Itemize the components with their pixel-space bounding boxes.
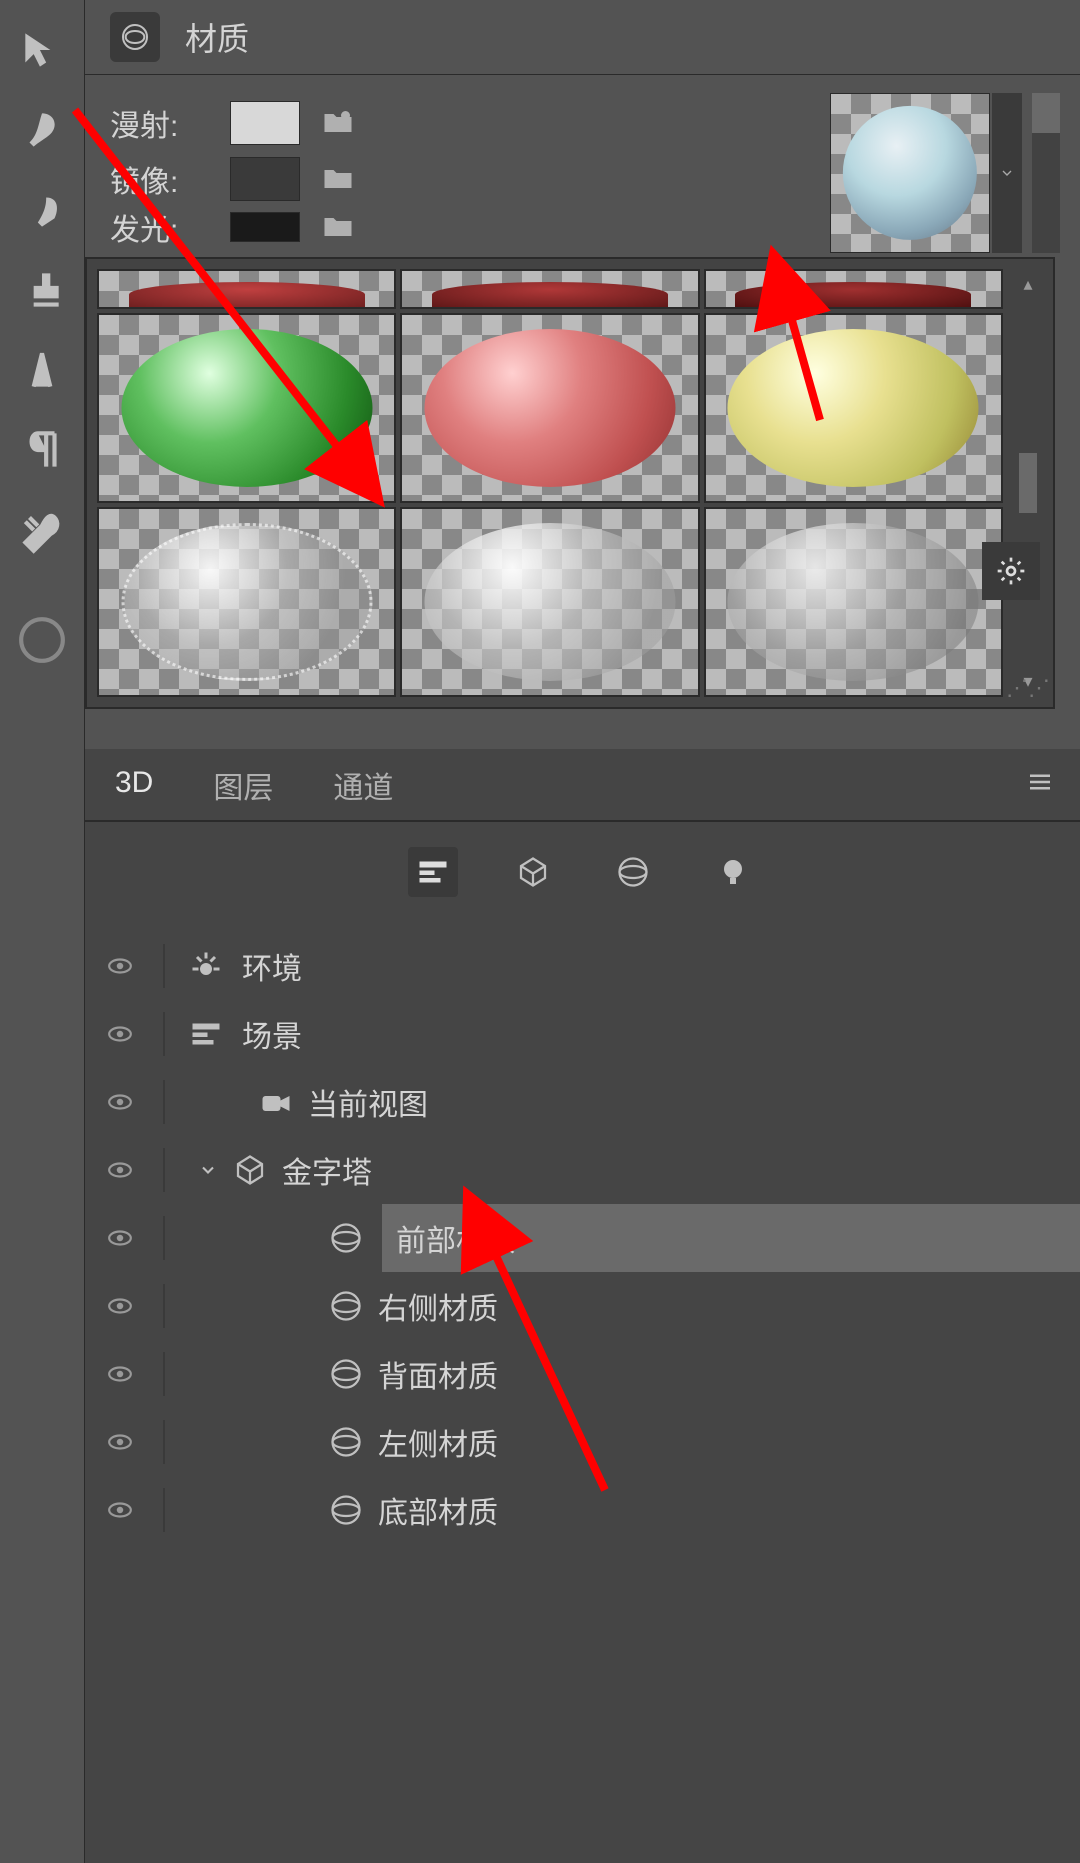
material-panel-header: 材质 <box>85 0 1080 75</box>
tree-row-front-material[interactable]: 前部材质 <box>85 1204 1080 1272</box>
tree-label: 金字塔 <box>282 1148 372 1192</box>
tree-label: 左侧材质 <box>378 1420 498 1464</box>
material-icon <box>328 1424 364 1460</box>
expand-icon[interactable] <box>198 1160 218 1180</box>
material-picker-popup: ▴ ▾ <box>85 257 1055 709</box>
tree-row-pyramid[interactable]: 金字塔 <box>85 1136 1080 1204</box>
visibility-toggle[interactable] <box>100 1422 140 1462</box>
tool-text[interactable] <box>0 330 84 410</box>
tree-row-view[interactable]: 当前视图 <box>85 1068 1080 1136</box>
glow-folder-icon[interactable] <box>320 209 356 245</box>
tree-row-back-material[interactable]: 背面材质 <box>85 1340 1080 1408</box>
diffuse-label: 漫射: <box>110 101 210 145</box>
scene-tree: 环境 场景 当前视图 <box>85 922 1080 1554</box>
visibility-toggle[interactable] <box>100 946 140 986</box>
creative-cloud-icon[interactable] <box>0 600 84 680</box>
tree-label: 环境 <box>242 944 302 988</box>
tool-wrench[interactable] <box>0 490 84 570</box>
tree-row-right-material[interactable]: 右侧材质 <box>85 1272 1080 1340</box>
material-icon <box>328 1492 364 1528</box>
material-preview[interactable] <box>830 93 990 253</box>
mirror-label: 镜像: <box>110 157 210 201</box>
material-icon <box>328 1220 364 1256</box>
glow-swatch[interactable] <box>230 212 300 242</box>
picker-scroll-up[interactable]: ▴ <box>1013 274 1043 295</box>
tab-3d[interactable]: 3D <box>85 749 183 820</box>
material-thumb-yellow[interactable] <box>704 313 1003 503</box>
preview-scrollbar[interactable] <box>1032 93 1060 253</box>
tool-pointer[interactable] <box>0 10 84 90</box>
panel-title: 材质 <box>185 14 249 60</box>
material-properties: 漫射: 镜像: 发光: <box>85 75 1080 257</box>
environment-icon <box>188 948 224 984</box>
filter-mesh-icon[interactable] <box>508 847 558 897</box>
visibility-toggle[interactable] <box>100 1014 140 1054</box>
visibility-toggle[interactable] <box>100 1286 140 1326</box>
material-thumb[interactable] <box>704 269 1003 309</box>
material-thumb[interactable] <box>400 269 699 309</box>
tree-row-environment[interactable]: 环境 <box>85 932 1080 1000</box>
main-area: 材质 漫射: 镜像: 发光: <box>85 0 1080 1863</box>
mesh-icon <box>232 1152 268 1188</box>
left-toolbar <box>0 0 85 1863</box>
material-thumb-glass1[interactable] <box>97 507 396 697</box>
tool-brush[interactable] <box>0 90 84 170</box>
material-icon <box>328 1356 364 1392</box>
visibility-toggle[interactable] <box>100 1218 140 1258</box>
tree-label: 右侧材质 <box>378 1284 498 1328</box>
material-thumb[interactable] <box>97 269 396 309</box>
material-icon <box>328 1288 364 1324</box>
lower-panel: 3D 图层 通道 <box>85 749 1080 1863</box>
tree-label: 场景 <box>242 1012 302 1056</box>
tree-row-scene[interactable]: 场景 <box>85 1000 1080 1068</box>
tree-label: 前部材质 <box>382 1216 516 1260</box>
material-preview-dropdown[interactable] <box>992 93 1022 253</box>
tool-stamp[interactable] <box>0 250 84 330</box>
material-icon <box>110 12 160 62</box>
filter-material-icon[interactable] <box>608 847 658 897</box>
picker-scrollbar-thumb[interactable] <box>1019 453 1037 513</box>
tree-label: 底部材质 <box>378 1488 498 1532</box>
material-thumb-red[interactable] <box>400 313 699 503</box>
filter-bar <box>85 821 1080 922</box>
material-thumb-green[interactable] <box>97 313 396 503</box>
resize-grip-icon[interactable]: ⋰⋰ <box>1006 675 1050 701</box>
glow-label: 发光: <box>110 205 210 249</box>
tab-layers[interactable]: 图层 <box>183 749 303 820</box>
mirror-folder-icon[interactable] <box>320 161 356 197</box>
tree-label: 背面材质 <box>378 1352 498 1396</box>
visibility-toggle[interactable] <box>100 1150 140 1190</box>
tool-mixer-brush[interactable] <box>0 170 84 250</box>
tool-pilcrow[interactable] <box>0 410 84 490</box>
tree-row-left-material[interactable]: 左侧材质 <box>85 1408 1080 1476</box>
picker-settings-button[interactable] <box>982 542 1040 600</box>
tab-bar: 3D 图层 通道 <box>85 749 1080 821</box>
filter-scene-icon[interactable] <box>408 847 458 897</box>
material-thumb-glass2[interactable] <box>400 507 699 697</box>
camera-icon <box>258 1084 294 1120</box>
tab-channels[interactable]: 通道 <box>303 749 423 820</box>
panel-menu-icon[interactable] <box>1025 767 1080 802</box>
diffuse-texture-icon[interactable] <box>320 105 356 141</box>
visibility-toggle[interactable] <box>100 1354 140 1394</box>
tree-label: 当前视图 <box>308 1080 428 1124</box>
mirror-swatch[interactable] <box>230 157 300 201</box>
diffuse-swatch[interactable] <box>230 101 300 145</box>
visibility-toggle[interactable] <box>100 1490 140 1530</box>
tree-row-bottom-material[interactable]: 底部材质 <box>85 1476 1080 1544</box>
scene-icon <box>188 1016 224 1052</box>
visibility-toggle[interactable] <box>100 1082 140 1122</box>
filter-light-icon[interactable] <box>708 847 758 897</box>
material-thumb-glass3[interactable] <box>704 507 1003 697</box>
